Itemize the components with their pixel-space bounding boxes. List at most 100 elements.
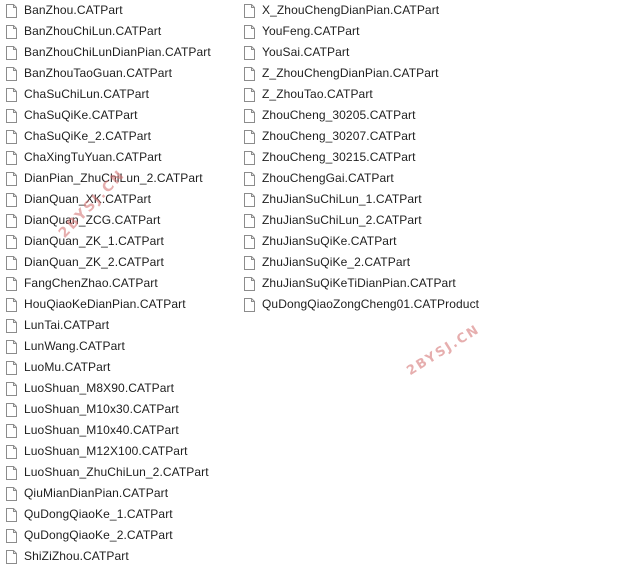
file-item[interactable]: DianQuan_ZCG.CATPart <box>6 210 236 231</box>
file-icon <box>6 24 17 39</box>
file-icon <box>6 339 17 354</box>
file-name: LunWang.CATPart <box>24 339 125 353</box>
file-item[interactable]: DianQuan_ZK_2.CATPart <box>6 252 236 273</box>
file-item[interactable]: YouSai.CATPart <box>244 42 604 63</box>
file-item[interactable]: HouQiaoKeDianPian.CATPart <box>6 294 236 315</box>
file-name: BanZhouChiLun.CATPart <box>24 24 162 38</box>
file-name: ZhouCheng_30207.CATPart <box>262 129 416 143</box>
file-item[interactable]: ZhuJianSuChiLun_2.CATPart <box>244 210 604 231</box>
file-icon <box>6 360 17 375</box>
file-icon <box>244 192 255 207</box>
file-name: BanZhouChiLunDianPian.CATPart <box>24 45 211 59</box>
file-icon <box>244 45 255 60</box>
file-item[interactable]: LuoShuan_M10x40.CATPart <box>6 420 236 441</box>
file-icon <box>244 255 255 270</box>
file-name: Z_ZhouTao.CATPart <box>262 87 373 101</box>
file-item[interactable]: DianPian_ZhuChiLun_2.CATPart <box>6 168 236 189</box>
file-name: ChaSuChiLun.CATPart <box>24 87 150 101</box>
file-icon <box>244 129 255 144</box>
file-icon <box>6 549 17 564</box>
file-item[interactable]: BanZhouTaoGuan.CATPart <box>6 63 236 84</box>
file-name: ZhuJianSuQiKe_2.CATPart <box>262 255 411 269</box>
file-name: FangChenZhao.CATPart <box>24 276 158 290</box>
file-item[interactable]: ChaSuQiKe_2.CATPart <box>6 126 236 147</box>
file-icon <box>244 171 255 186</box>
file-item[interactable]: ZhouCheng_30207.CATPart <box>244 126 604 147</box>
file-item[interactable]: QuDongQiaoKe_2.CATPart <box>6 525 236 546</box>
file-icon <box>6 381 17 396</box>
file-name: LuoShuan_ZhuChiLun_2.CATPart <box>24 465 209 479</box>
file-name: YouFeng.CATPart <box>262 24 360 38</box>
file-item[interactable]: LuoMu.CATPart <box>6 357 236 378</box>
file-item[interactable]: QuDongQiaoZongCheng01.CATProduct <box>244 294 604 315</box>
file-icon <box>6 108 17 123</box>
file-name: ChaSuQiKe.CATPart <box>24 108 138 122</box>
file-icon <box>6 423 17 438</box>
file-name: ZhouCheng_30215.CATPart <box>262 150 416 164</box>
file-item[interactable]: ZhouCheng_30215.CATPart <box>244 147 604 168</box>
file-name: LuoMu.CATPart <box>24 360 111 374</box>
file-icon <box>244 3 255 18</box>
file-item[interactable]: ZhouCheng_30205.CATPart <box>244 105 604 126</box>
file-icon <box>6 318 17 333</box>
file-item[interactable]: YouFeng.CATPart <box>244 21 604 42</box>
file-icon <box>6 192 17 207</box>
file-name: DianQuan_ZK_1.CATPart <box>24 234 164 248</box>
file-item[interactable]: BanZhou.CATPart <box>6 0 236 21</box>
file-item[interactable]: QuDongQiaoKe_1.CATPart <box>6 504 236 525</box>
file-name: ChaSuQiKe_2.CATPart <box>24 129 152 143</box>
file-item[interactable]: DianQuan_ZK_1.CATPart <box>6 231 236 252</box>
file-name: LuoShuan_M10x30.CATPart <box>24 402 179 416</box>
file-icon <box>6 297 17 312</box>
file-name: DianQuan_XK.CATPart <box>24 192 152 206</box>
file-icon <box>6 66 17 81</box>
file-item[interactable]: ZhuJianSuQiKe.CATPart <box>244 231 604 252</box>
file-name: LuoShuan_M10x40.CATPart <box>24 423 179 437</box>
file-icon <box>244 276 255 291</box>
file-item[interactable]: BanZhouChiLunDianPian.CATPart <box>6 42 236 63</box>
file-item[interactable]: Z_ZhouTao.CATPart <box>244 84 604 105</box>
file-name: QuDongQiaoKe_2.CATPart <box>24 528 173 542</box>
file-item[interactable]: QiuMianDianPian.CATPart <box>6 483 236 504</box>
file-name: Z_ZhouChengDianPian.CATPart <box>262 66 439 80</box>
file-name: LunTai.CATPart <box>24 318 110 332</box>
file-item[interactable]: LunTai.CATPart <box>6 315 236 336</box>
file-item[interactable]: LuoShuan_M10x30.CATPart <box>6 399 236 420</box>
file-item[interactable]: ZhuJianSuQiKe_2.CATPart <box>244 252 604 273</box>
file-icon <box>244 297 255 312</box>
file-item[interactable]: ZhuJianSuChiLun_1.CATPart <box>244 189 604 210</box>
file-item[interactable]: DianQuan_XK.CATPart <box>6 189 236 210</box>
watermark: 2BYSJ.CN <box>404 322 483 379</box>
file-item[interactable]: ShiZiZhou.CATPart <box>6 546 236 567</box>
file-name: ZhouCheng_30205.CATPart <box>262 108 416 122</box>
file-icon <box>6 255 17 270</box>
file-item[interactable]: ChaSuQiKe.CATPart <box>6 105 236 126</box>
file-icon <box>6 87 17 102</box>
file-icon <box>244 150 255 165</box>
file-name: BanZhou.CATPart <box>24 3 123 17</box>
file-icon <box>6 528 17 543</box>
file-item[interactable]: ZhouChengGai.CATPart <box>244 168 604 189</box>
file-icon <box>244 234 255 249</box>
file-item[interactable]: X_ZhouChengDianPian.CATPart <box>244 0 604 21</box>
file-item[interactable]: Z_ZhouChengDianPian.CATPart <box>244 63 604 84</box>
file-name: ZhuJianSuChiLun_2.CATPart <box>262 213 422 227</box>
file-item[interactable]: ZhuJianSuQiKeTiDianPian.CATPart <box>244 273 604 294</box>
file-item[interactable]: ChaSuChiLun.CATPart <box>6 84 236 105</box>
file-item[interactable]: LuoShuan_M8X90.CATPart <box>6 378 236 399</box>
file-item[interactable]: FangChenZhao.CATPart <box>6 273 236 294</box>
file-name: DianPian_ZhuChiLun_2.CATPart <box>24 171 203 185</box>
file-item[interactable]: LuoShuan_ZhuChiLun_2.CATPart <box>6 462 236 483</box>
file-icon <box>6 276 17 291</box>
file-icon <box>6 171 17 186</box>
file-name: ZhuJianSuQiKeTiDianPian.CATPart <box>262 276 456 290</box>
file-item[interactable]: ChaXingTuYuan.CATPart <box>6 147 236 168</box>
file-item[interactable]: LunWang.CATPart <box>6 336 236 357</box>
file-name: YouSai.CATPart <box>262 45 350 59</box>
file-name: HouQiaoKeDianPian.CATPart <box>24 297 186 311</box>
file-item[interactable]: BanZhouChiLun.CATPart <box>6 21 236 42</box>
file-icon <box>244 24 255 39</box>
file-name: ZhouChengGai.CATPart <box>262 171 394 185</box>
file-icon <box>6 402 17 417</box>
file-item[interactable]: LuoShuan_M12X100.CATPart <box>6 441 236 462</box>
